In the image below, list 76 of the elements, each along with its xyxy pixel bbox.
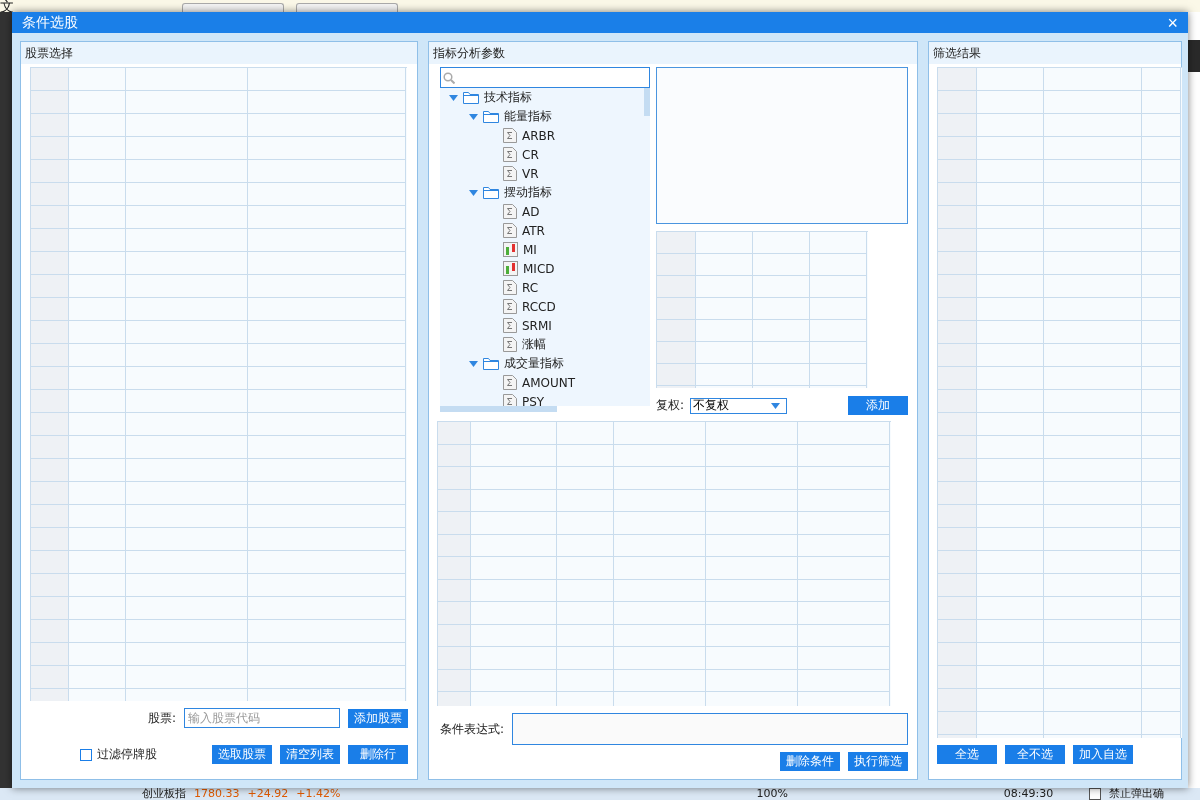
action-button[interactable]: 删除条件 [780,752,840,771]
tree-item[interactable]: MICD [523,261,555,276]
panel-title: 股票选择 [21,42,417,64]
action-button[interactable]: 清空列表 [280,745,340,764]
panel-title: 指标分析参数 [429,42,917,64]
add-button[interactable]: 添加股票 [348,708,408,728]
folder-icon [483,110,499,123]
field-label: 股票: [147,709,176,727]
index-percent: +1.42% [296,788,341,800]
checkbox[interactable] [1089,788,1102,800]
checkbox[interactable] [80,748,92,761]
action-button[interactable]: 执行筛选 [848,752,908,771]
text-area[interactable] [656,67,908,224]
input-field[interactable] [512,713,908,745]
tree-item[interactable]: AMOUNT [522,375,576,390]
input-field[interactable]: 输入股票代码 [184,708,340,728]
index-change: +24.92 [247,788,289,800]
action-button[interactable]: 全选 [937,745,997,764]
tree-item[interactable]: ATR [522,223,545,238]
formula-icon [503,147,517,162]
scrollbar-thumb[interactable] [644,88,650,116]
formula-icon [503,166,517,181]
tree-item[interactable]: SRMI [522,318,552,333]
tree-item[interactable]: AD [522,204,540,219]
scrollbar-thumb[interactable] [440,406,557,412]
tree-item[interactable]: CR [522,147,539,162]
clock-time: 08:49:30 [1003,788,1054,800]
tree-item[interactable]: ARBR [522,128,556,143]
dropdown[interactable]: 不复权 [690,397,788,414]
checkbox-label: 禁止弹出确 [1109,788,1165,800]
tree-item[interactable]: 技术指标 [484,89,532,106]
close-button[interactable]: × [1163,12,1182,33]
window-title: 条件选股 [22,13,78,32]
action-button[interactable]: 全不选 [1005,745,1065,764]
folder-icon [483,357,499,370]
tree-item[interactable]: MI [523,242,537,257]
caret-icon[interactable] [771,402,781,409]
zoom-level: 100% [756,788,788,800]
formula-icon [503,299,517,314]
field-label: 条件表达式: [440,720,505,738]
tree-item[interactable]: 涨幅 [522,336,546,353]
action-button[interactable]: 删除行 [348,745,408,764]
index-name: 创业板指 [142,788,186,800]
tree-item[interactable]: PSY [522,394,545,406]
add-button[interactable]: 添加 [848,396,908,415]
tree-item[interactable]: RC [522,280,539,295]
action-button[interactable]: 选取股票 [212,745,272,764]
formula-icon [503,318,517,333]
search-icon [443,71,455,84]
tree-item[interactable]: VR [522,166,539,181]
caret-icon[interactable] [468,113,478,120]
formula-icon [503,375,517,390]
formula-icon [503,223,517,238]
candlestick-icon [503,261,518,276]
formula-icon [503,204,517,219]
action-button[interactable]: 加入自选 [1073,745,1133,764]
search-field[interactable] [440,67,650,88]
tree-item[interactable]: 能量指标 [504,108,552,125]
panel-title: 筛选结果 [929,42,1181,64]
caret-icon[interactable] [448,94,458,101]
caret-icon[interactable] [468,189,478,196]
background-tab[interactable] [296,3,398,12]
folder-icon [463,91,479,104]
tree-item[interactable]: RCCD [522,299,556,314]
candlestick-icon [503,242,518,257]
formula-icon [503,337,517,352]
checkbox-label: 过滤停牌股 [97,746,157,763]
field-label: 复权: [656,397,685,414]
caret-icon[interactable] [468,360,478,367]
folder-icon [483,186,499,199]
formula-icon [503,280,517,295]
background-tab[interactable] [182,3,284,12]
tree-item[interactable]: 摆动指标 [504,184,552,201]
tree-item[interactable]: 成交量指标 [504,355,564,372]
formula-icon [503,128,517,143]
index-value: 1780.33 [194,788,240,800]
